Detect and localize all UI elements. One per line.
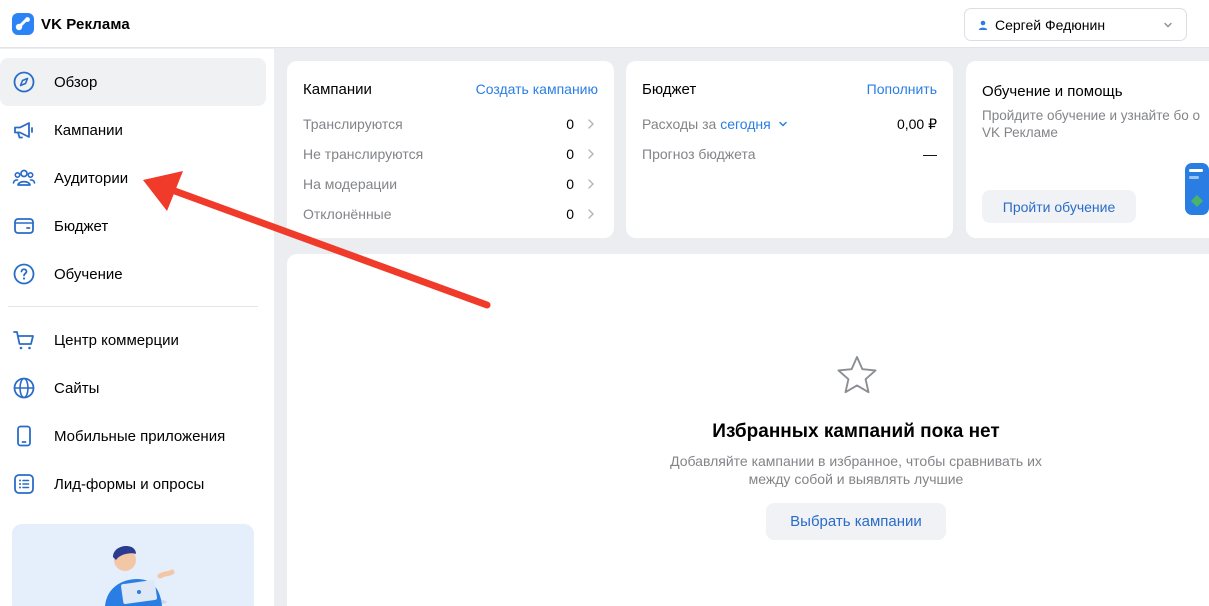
promo-banner[interactable] xyxy=(12,524,254,606)
sidebar-item-label: Бюджет xyxy=(54,217,109,235)
phone-illustration xyxy=(1185,163,1209,215)
choose-campaigns-button[interactable]: Выбрать кампании xyxy=(766,503,946,540)
sidebar-item-label: Обзор xyxy=(54,73,98,91)
status-row-value: 0 xyxy=(566,116,574,132)
status-row-label[interactable]: На модерации xyxy=(303,176,397,192)
account-switcher[interactable]: Сергей Федюнин xyxy=(964,8,1187,41)
star-icon xyxy=(837,356,877,394)
budget-card-title: Бюджет xyxy=(642,81,697,98)
megaphone-icon xyxy=(12,118,36,142)
favorites-panel: Избранных кампаний пока нет Добавляйте к… xyxy=(287,254,1209,606)
top-up-link[interactable]: Пополнить xyxy=(867,81,937,97)
start-learning-button[interactable]: Пройти обучение xyxy=(982,190,1136,223)
empty-state-description-line1: Добавляйте кампании в избранное, чтобы с… xyxy=(670,453,1042,469)
campaigns-card-title: Кампании xyxy=(303,81,372,98)
sidebar: Обзор Кампании Аудитории Бюджет Обучение… xyxy=(0,49,274,606)
logo-text: VK Реклама xyxy=(41,15,130,33)
expenses-value: 0,00 ₽ xyxy=(896,116,937,132)
sidebar-item-label: Лид-формы и опросы xyxy=(54,475,205,493)
list-icon xyxy=(12,472,36,496)
forecast-label: Прогноз бюджета xyxy=(642,146,756,162)
status-row-value: 0 xyxy=(566,176,574,192)
chevron-down-icon xyxy=(1164,22,1172,27)
campaigns-card: Кампании Создать кампанию Транслируются … xyxy=(287,61,614,238)
cart-icon xyxy=(12,328,36,352)
promo-illustration xyxy=(105,546,175,606)
user-icon xyxy=(978,20,988,30)
sidebar-item-label: Обучение xyxy=(54,265,123,283)
sidebar-item-lead-forms[interactable]: Лид-формы и опросы xyxy=(0,460,266,508)
chevron-right-icon xyxy=(588,119,594,129)
smartphone-icon xyxy=(12,424,36,448)
sidebar-item-mobile-apps[interactable]: Мобильные приложения xyxy=(0,412,266,460)
expenses-label-text: Расходы за xyxy=(642,116,717,132)
help-card-title: Обучение и помощь xyxy=(982,83,1123,100)
top-bar: VK Реклама Сергей Федюнин xyxy=(0,0,1209,48)
sidebar-item-label: Мобильные приложения xyxy=(54,427,226,445)
sidebar-item-label: Кампании xyxy=(54,121,123,139)
help-card: Обучение и помощь Пройдите обучение и уз… xyxy=(966,61,1209,238)
user-name: Сергей Федюнин xyxy=(995,16,1106,33)
logo[interactable]: VK Реклама xyxy=(12,13,130,35)
chevron-right-icon xyxy=(588,209,594,219)
sidebar-divider xyxy=(8,306,258,307)
sidebar-item-commerce-center[interactable]: Центр коммерции xyxy=(0,316,266,364)
chevron-right-icon xyxy=(588,149,594,159)
sidebar-item-audiences[interactable]: Аудитории xyxy=(0,154,266,202)
wallet-icon xyxy=(12,214,36,238)
status-row-label[interactable]: Отклонённые xyxy=(303,206,392,222)
status-row-value: 0 xyxy=(566,146,574,162)
help-card-description: Пройдите обучение и узнайте бо о VK Рекл… xyxy=(982,108,1200,140)
period-dropdown[interactable]: сегодня xyxy=(720,116,771,132)
chevron-right-icon xyxy=(588,179,594,189)
sidebar-item-learning[interactable]: Обучение xyxy=(0,250,266,298)
sidebar-item-label: Сайты xyxy=(54,379,100,397)
question-icon xyxy=(12,262,36,286)
vk-ads-logo-icon xyxy=(12,13,34,35)
expenses-label: Расходы за сегодня xyxy=(642,116,788,132)
sidebar-item-overview[interactable]: Обзор xyxy=(0,58,266,106)
status-row-value: 0 xyxy=(566,206,574,222)
budget-card: Бюджет Пополнить Расходы за сегодня 0,00… xyxy=(626,61,953,238)
empty-state-title: Избранных кампаний пока нет xyxy=(712,421,1000,442)
status-row-label[interactable]: Не транслируются xyxy=(303,146,423,162)
sidebar-item-sites[interactable]: Сайты xyxy=(0,364,266,412)
sidebar-item-budget[interactable]: Бюджет xyxy=(0,202,266,250)
forecast-value: — xyxy=(923,146,937,162)
status-row-label[interactable]: Транслируются xyxy=(303,116,403,132)
sidebar-item-label: Центр коммерции xyxy=(54,331,179,349)
users-icon xyxy=(12,166,36,190)
create-campaign-link[interactable]: Создать кампанию xyxy=(476,81,598,97)
globe-icon xyxy=(12,376,36,400)
sidebar-item-label: Аудитории xyxy=(54,169,129,187)
compass-icon xyxy=(12,70,36,94)
empty-state-description-line2: между собой и выявлять лучшие xyxy=(748,471,964,487)
sidebar-item-campaigns[interactable]: Кампании xyxy=(0,106,266,154)
chevron-down-icon xyxy=(778,121,787,127)
